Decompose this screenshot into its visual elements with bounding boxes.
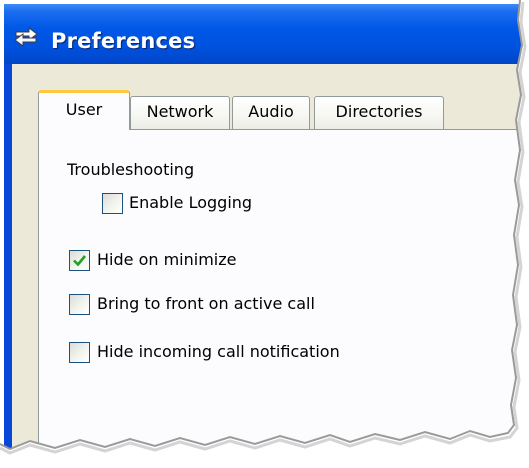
torn-edge-overlay: [0, 0, 529, 468]
screenshot-canvas: Preferences User Network Audio Directori…: [0, 0, 529, 468]
